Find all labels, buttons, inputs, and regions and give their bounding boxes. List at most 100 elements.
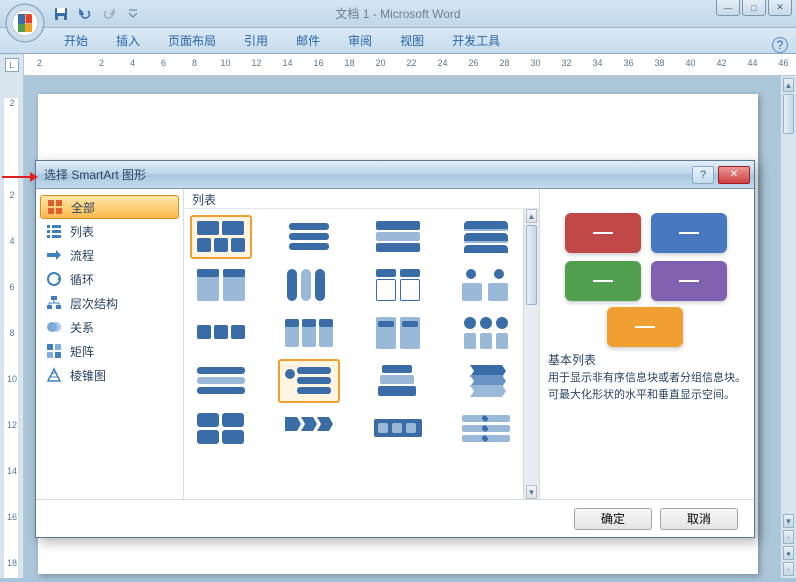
process-icon	[46, 247, 62, 263]
matrix-icon	[46, 343, 62, 359]
all-icon	[47, 199, 63, 215]
pyramid-icon	[46, 367, 62, 383]
smartart-thumb[interactable]	[455, 215, 517, 259]
vertical-ruler[interactable]: 224681012141618	[0, 76, 24, 578]
category-label: 列表	[70, 223, 94, 240]
preview-pane: 基本列表 用于显示非有序信息块或者分组信息块。可最大化形状的水平和垂直显示空间。	[540, 189, 754, 499]
tab-references[interactable]: 引用	[230, 28, 282, 53]
office-button[interactable]	[4, 2, 46, 44]
smartart-thumb[interactable]	[455, 407, 517, 451]
redo-button[interactable]	[98, 4, 120, 24]
minimize-button[interactable]: —	[716, 0, 740, 16]
gallery-grid	[184, 209, 539, 457]
window-titlebar: 文档 1 - Microsoft Word — □ ✕	[0, 0, 796, 28]
scroll-thumb[interactable]	[783, 94, 794, 134]
dialog-help-button[interactable]: ?	[692, 166, 714, 184]
cycle-icon	[46, 271, 62, 287]
cancel-button[interactable]: 取消	[660, 508, 738, 530]
smartart-thumb[interactable]	[367, 311, 429, 355]
relationship-icon	[46, 319, 62, 335]
dialog-titlebar[interactable]: 选择 SmartArt 图形 ? ✕	[36, 161, 754, 189]
category-relationship[interactable]: 关系	[40, 315, 179, 339]
tab-view[interactable]: 视图	[386, 28, 438, 53]
smartart-thumb[interactable]	[455, 263, 517, 307]
qat-customize-button[interactable]	[122, 4, 144, 24]
category-process[interactable]: 流程	[40, 243, 179, 267]
close-button[interactable]: ✕	[768, 0, 792, 16]
category-label: 流程	[70, 247, 94, 264]
category-list-item[interactable]: 列表	[40, 219, 179, 243]
category-label: 循环	[70, 271, 94, 288]
smartart-thumb[interactable]	[190, 215, 252, 259]
dialog-body: 全部 列表 流程 循环 层次结构 关系 矩阵 棱锥图 列表	[36, 189, 754, 499]
dialog-title: 选择 SmartArt 图形	[44, 166, 692, 183]
category-label: 矩阵	[70, 343, 94, 360]
gallery-scroll: ▲ ▼	[184, 209, 539, 499]
next-page-button[interactable]: ◦	[783, 562, 794, 576]
category-list: 全部 列表 流程 循环 层次结构 关系 矩阵 棱锥图	[36, 189, 184, 499]
category-matrix[interactable]: 矩阵	[40, 339, 179, 363]
smartart-thumb[interactable]	[455, 359, 517, 403]
dialog-footer: 确定 取消	[36, 499, 754, 537]
smartart-thumb[interactable]	[190, 359, 252, 403]
category-all[interactable]: 全部	[40, 195, 179, 219]
scroll-down-button[interactable]: ▼	[783, 514, 794, 528]
gallery-scroll-down[interactable]: ▼	[526, 485, 537, 499]
preview-title: 基本列表	[548, 351, 746, 368]
category-label: 层次结构	[70, 295, 118, 312]
smartart-thumb[interactable]	[278, 407, 340, 451]
tab-home[interactable]: 开始	[50, 28, 102, 53]
preview-description: 用于显示非有序信息块或者分组信息块。可最大化形状的水平和垂直显示空间。	[548, 370, 746, 403]
browse-object-button[interactable]: ●	[783, 546, 794, 560]
smartart-thumb[interactable]	[367, 407, 429, 451]
smartart-thumb[interactable]	[455, 311, 517, 355]
gallery-scroll-up[interactable]: ▲	[526, 209, 537, 223]
smartart-thumb[interactable]	[367, 215, 429, 259]
maximize-button[interactable]: □	[742, 0, 766, 16]
gallery-scroll-thumb[interactable]	[526, 225, 537, 305]
smartart-thumb[interactable]	[278, 359, 340, 403]
smartart-thumb[interactable]	[278, 215, 340, 259]
window-title: 文档 1 - Microsoft Word	[335, 5, 460, 22]
ruler-corner: L	[0, 54, 24, 76]
tab-developer[interactable]: 开发工具	[438, 28, 514, 53]
tab-mailings[interactable]: 邮件	[282, 28, 334, 53]
undo-button[interactable]	[74, 4, 96, 24]
gallery-pane: 列表	[184, 189, 540, 499]
tab-review[interactable]: 审阅	[334, 28, 386, 53]
smartart-thumb[interactable]	[278, 311, 340, 355]
vertical-scrollbar[interactable]: ▲ ▼ ◦ ● ◦	[780, 76, 796, 578]
smartart-thumb[interactable]	[190, 311, 252, 355]
dialog-close-button[interactable]: ✕	[718, 166, 750, 184]
category-label: 棱锥图	[70, 367, 106, 384]
category-label: 全部	[71, 199, 95, 216]
horizontal-ruler[interactable]: 2246810121416182022242628303234363840424…	[24, 54, 796, 75]
hierarchy-icon	[46, 295, 62, 311]
category-cycle[interactable]: 循环	[40, 267, 179, 291]
tab-layout[interactable]: 页面布局	[154, 28, 230, 53]
category-label: 关系	[70, 319, 94, 336]
help-icon[interactable]: ?	[772, 37, 788, 53]
ok-button[interactable]: 确定	[574, 508, 652, 530]
preview-canvas	[548, 197, 746, 347]
smartart-thumb[interactable]	[367, 263, 429, 307]
smartart-thumb[interactable]	[190, 263, 252, 307]
ribbon-tabs: 开始 插入 页面布局 引用 邮件 审阅 视图 开发工具 ?	[0, 28, 796, 54]
list-icon	[46, 223, 62, 239]
category-pyramid[interactable]: 棱锥图	[40, 363, 179, 387]
category-hierarchy[interactable]: 层次结构	[40, 291, 179, 315]
quick-access-toolbar	[50, 0, 144, 27]
smartart-thumb[interactable]	[190, 407, 252, 451]
scroll-up-button[interactable]: ▲	[783, 78, 794, 92]
smartart-thumb[interactable]	[367, 359, 429, 403]
gallery-header: 列表	[184, 189, 539, 209]
annotation-arrow-icon	[2, 170, 38, 184]
tab-insert[interactable]: 插入	[102, 28, 154, 53]
smartart-dialog: 选择 SmartArt 图形 ? ✕ 全部 列表 流程 循环 层次结构 关系 矩…	[35, 160, 755, 538]
save-button[interactable]	[50, 4, 72, 24]
gallery-scrollbar[interactable]: ▲ ▼	[523, 209, 539, 499]
horizontal-ruler-area: L 22468101214161820222426283032343638404…	[0, 54, 796, 76]
window-controls: — □ ✕	[716, 0, 792, 16]
prev-page-button[interactable]: ◦	[783, 530, 794, 544]
smartart-thumb[interactable]	[278, 263, 340, 307]
